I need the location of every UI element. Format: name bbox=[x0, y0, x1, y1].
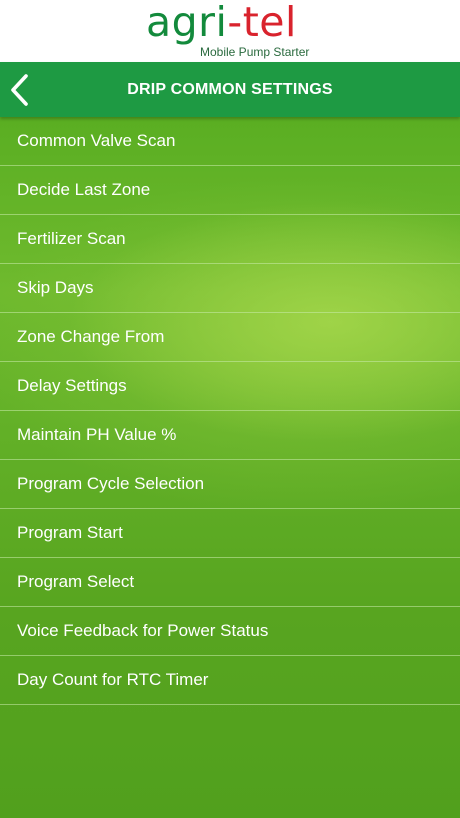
logo-word-agri: agri bbox=[146, 0, 228, 46]
settings-list: Common Valve Scan Decide Last Zone Ferti… bbox=[0, 117, 460, 705]
setting-program-select[interactable]: Program Select bbox=[0, 558, 460, 607]
setting-program-start[interactable]: Program Start bbox=[0, 509, 460, 558]
list-item-label: Voice Feedback for Power Status bbox=[17, 621, 269, 640]
settings-content: Common Valve Scan Decide Last Zone Ferti… bbox=[0, 117, 460, 818]
page-title: DRIP COMMON SETTINGS bbox=[127, 81, 333, 98]
setting-fertilizer-scan[interactable]: Fertilizer Scan bbox=[0, 215, 460, 264]
agritel-logo: agri-tel Mobile Pump Starter bbox=[146, 0, 316, 60]
setting-delay-settings[interactable]: Delay Settings bbox=[0, 362, 460, 411]
list-item-label: Program Select bbox=[17, 572, 135, 591]
setting-decide-last-zone[interactable]: Decide Last Zone bbox=[0, 166, 460, 215]
list-item-label: Zone Change From bbox=[17, 327, 165, 346]
list-item-label: Delay Settings bbox=[17, 376, 127, 395]
setting-common-valve-scan[interactable]: Common Valve Scan bbox=[0, 117, 460, 166]
list-item-label: Maintain PH Value % bbox=[17, 425, 177, 444]
list-item-label: Skip Days bbox=[17, 278, 94, 297]
logo-word-dash: - bbox=[227, 0, 243, 46]
setting-program-cycle-selection[interactable]: Program Cycle Selection bbox=[0, 460, 460, 509]
list-item-label: Decide Last Zone bbox=[17, 180, 151, 199]
logo-wordmark: agri-tel bbox=[146, 0, 297, 46]
chevron-left-icon bbox=[11, 74, 28, 106]
list-item-label: Fertilizer Scan bbox=[17, 229, 126, 248]
list-item-label: Program Start bbox=[17, 523, 123, 542]
logo-tagline: Mobile Pump Starter bbox=[200, 45, 310, 59]
list-item-label: Day Count for RTC Timer bbox=[17, 670, 209, 689]
setting-day-count-rtc-timer[interactable]: Day Count for RTC Timer bbox=[0, 656, 460, 705]
setting-voice-feedback-power-status[interactable]: Voice Feedback for Power Status bbox=[0, 607, 460, 656]
app-screen: agri-tel Mobile Pump Starter DRIP COMMON… bbox=[0, 0, 460, 818]
logo-bar: agri-tel Mobile Pump Starter bbox=[0, 0, 460, 62]
back-button[interactable] bbox=[0, 62, 46, 117]
setting-maintain-ph-value[interactable]: Maintain PH Value % bbox=[0, 411, 460, 460]
list-item-label: Program Cycle Selection bbox=[17, 474, 205, 493]
list-item-label: Common Valve Scan bbox=[17, 131, 176, 150]
setting-zone-change-from[interactable]: Zone Change From bbox=[0, 313, 460, 362]
logo-word-tel: tel bbox=[242, 0, 297, 46]
title-bar: DRIP COMMON SETTINGS bbox=[0, 62, 460, 117]
setting-skip-days[interactable]: Skip Days bbox=[0, 264, 460, 313]
